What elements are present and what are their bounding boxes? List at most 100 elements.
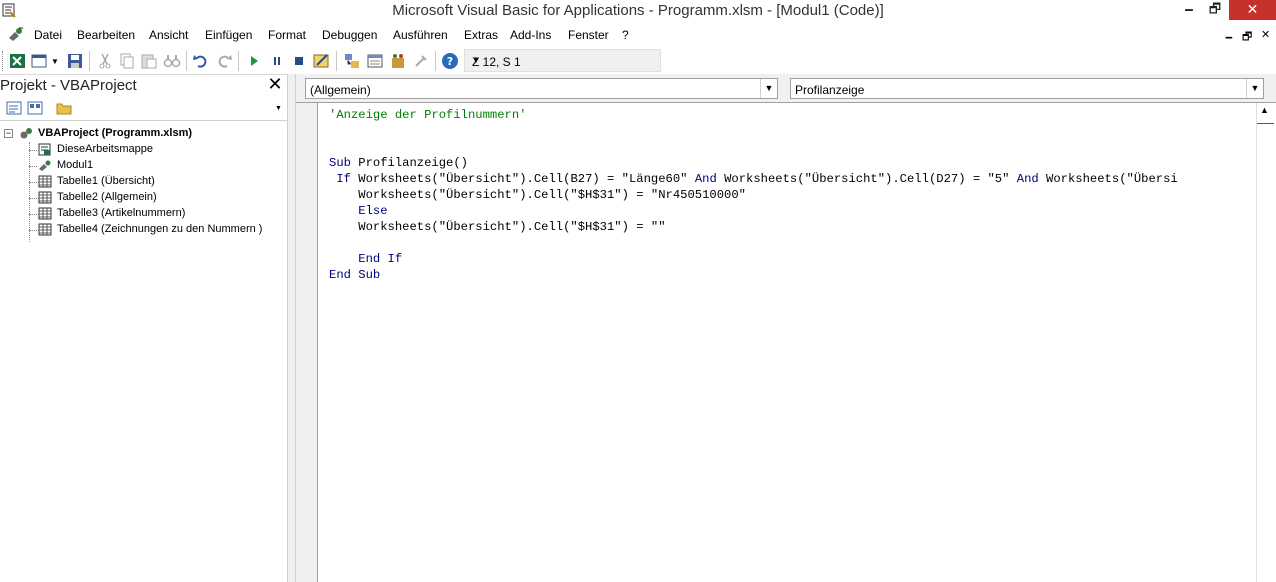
tree-item-label: Tabelle3 (Artikelnummern)	[57, 207, 186, 219]
pause-icon[interactable]	[268, 52, 286, 70]
view-code-icon[interactable]	[6, 101, 22, 115]
code-line[interactable]: End If	[329, 251, 1256, 267]
collapse-icon[interactable]: −	[4, 129, 13, 138]
code-editor[interactable]: 'Anzeige der Profilnummern' Sub Profilanz…	[296, 102, 1276, 582]
menu-help[interactable]: ?	[622, 28, 629, 42]
object-browser-icon[interactable]	[389, 52, 407, 70]
code-line[interactable]: Worksheets("Übersicht").Cell("$H$31") = …	[329, 187, 1256, 203]
toolbar-separator	[238, 51, 239, 71]
redo-icon[interactable]	[215, 52, 233, 70]
vbaproject-icon	[20, 128, 32, 139]
object-combo-dropdown-icon[interactable]: ▼	[760, 79, 777, 98]
toolbar-options-icon[interactable]: ▼	[472, 56, 658, 65]
tree-item-tabelle1[interactable]: Tabelle1 (Übersicht)	[0, 174, 287, 190]
scroll-up-icon[interactable]: ▲	[1260, 105, 1269, 115]
code-line[interactable]: Else	[329, 203, 1256, 219]
svg-text:?: ?	[447, 55, 453, 68]
find-icon[interactable]	[163, 52, 181, 70]
code-line[interactable]: If Worksheets("Übersicht").Cell(B27) = "…	[329, 171, 1256, 187]
copy-icon[interactable]	[118, 52, 136, 70]
menu-ansicht[interactable]: Ansicht	[149, 28, 188, 42]
object-combo-value: (Allgemein)	[310, 83, 371, 97]
code-line[interactable]	[329, 123, 1256, 139]
menu-bearbeiten[interactable]: Bearbeiten	[77, 28, 135, 42]
help-icon[interactable]: ?	[441, 52, 459, 70]
menu-datei[interactable]: Datei	[34, 28, 62, 42]
mdi-restore-button[interactable]: 🗗	[1242, 28, 1252, 47]
project-explorer-header: Projekt - VBAProject ✕	[0, 74, 287, 96]
run-icon[interactable]	[245, 52, 263, 70]
menu-debuggen[interactable]: Debuggen	[322, 28, 377, 42]
standard-toolbar: ▼ ? Z 12, S 1 ▼	[0, 48, 1276, 74]
module-icon	[39, 160, 51, 171]
properties-window-icon[interactable]	[366, 52, 384, 70]
object-combo[interactable]: (Allgemein) ▼	[305, 78, 778, 99]
procedure-combo[interactable]: Profilanzeige ▼	[790, 78, 1264, 99]
code-line[interactable]: 'Anzeige der Profilnummern'	[329, 107, 1256, 123]
project-explorer-icon[interactable]	[343, 52, 361, 70]
toggle-folders-icon[interactable]	[56, 101, 72, 115]
tree-item-label: Tabelle1 (Übersicht)	[56, 174, 156, 188]
insert-userform-icon[interactable]	[31, 52, 49, 70]
undo-icon[interactable]	[192, 52, 210, 70]
design-mode-icon[interactable]	[313, 52, 331, 70]
tree-item-modul1[interactable]: Modul1	[0, 158, 287, 174]
tree-item-label: DieseArbeitsmappe	[57, 143, 153, 155]
mdi-minimize-button[interactable]: 🗕	[1225, 28, 1233, 47]
view-object-icon[interactable]	[27, 101, 43, 115]
project-explorer-title: Projekt - VBAProject	[0, 77, 137, 94]
toolbar-grip[interactable]	[2, 51, 5, 71]
pane-splitter[interactable]	[287, 74, 296, 582]
reset-icon[interactable]	[290, 52, 308, 70]
excel-view-icon[interactable]	[9, 52, 27, 70]
mdi-close-button[interactable]: ✕	[1261, 28, 1270, 41]
maximize-button[interactable]: 🗗	[1202, 0, 1228, 20]
tree-item-label: Tabelle2 (Allgemein)	[57, 191, 157, 203]
close-button[interactable]: ✕	[1229, 0, 1276, 20]
procedure-combo-value: Profilanzeige	[795, 83, 865, 97]
menu-format[interactable]: Format	[268, 28, 306, 42]
menu-bar: Datei Bearbeiten Ansicht Einfügen Format…	[0, 22, 1276, 47]
scroll-thumb[interactable]	[1257, 123, 1274, 124]
menu-ausfuehren[interactable]: Ausführen	[393, 28, 448, 42]
paste-icon[interactable]	[140, 52, 158, 70]
worksheet-icon	[38, 175, 52, 188]
code-line[interactable]: End Sub	[329, 267, 1256, 283]
minimize-button[interactable]: 🗕	[1176, 0, 1202, 20]
module-menu-icon[interactable]	[7, 26, 25, 42]
tree-item-vbaproject[interactable]: − VBAProject (Programm.xlsm)	[0, 126, 287, 142]
window-title: Microsoft Visual Basic for Applications …	[392, 2, 884, 19]
code-line[interactable]	[329, 139, 1256, 155]
code-line[interactable]	[329, 235, 1256, 251]
code-text[interactable]: 'Anzeige der Profilnummern' Sub Profilanz…	[329, 107, 1256, 283]
toolbar-separator	[186, 51, 187, 71]
project-explorer-toolbar: ▼	[0, 97, 287, 121]
toolbox-icon[interactable]	[412, 52, 430, 70]
menu-add-ins[interactable]: Add-Ins	[510, 28, 551, 42]
worksheet-icon	[38, 191, 52, 204]
tree-item-label: Modul1	[57, 159, 94, 171]
worksheet-icon	[38, 223, 52, 236]
vertical-scrollbar[interactable]: ▲	[1256, 103, 1274, 582]
menu-extras[interactable]: Extras	[464, 28, 498, 42]
save-icon[interactable]	[66, 52, 84, 70]
workbook-icon	[38, 143, 51, 156]
tree-item-diesearbeitsmappe[interactable]: DieseArbeitsmappe	[0, 142, 287, 158]
project-explorer-close-button[interactable]: ✕	[264, 74, 286, 95]
worksheet-icon	[38, 207, 52, 220]
tree-item-tabelle3[interactable]: Tabelle3 (Artikelnummern)	[0, 206, 287, 222]
cut-icon[interactable]	[96, 52, 114, 70]
procedure-combo-dropdown-icon[interactable]: ▼	[1246, 79, 1263, 98]
cursor-position-box: Z 12, S 1 ▼	[464, 49, 661, 72]
tree-item-tabelle4[interactable]: Tabelle4 (Zeichnungen zu den Nummern )	[0, 222, 287, 238]
scroll-down-icon[interactable]: ▼	[275, 105, 286, 119]
code-line[interactable]: Worksheets("Übersicht").Cell("$H$31") = …	[329, 219, 1256, 235]
code-line[interactable]: Sub Profilanzeige()	[329, 155, 1256, 171]
margin-indicator-bar[interactable]	[296, 103, 318, 582]
toolbar-separator	[89, 51, 90, 71]
menu-einfuegen[interactable]: Einfügen	[205, 28, 252, 42]
menu-fenster[interactable]: Fenster	[568, 28, 609, 42]
tree-item-tabelle2[interactable]: Tabelle2 (Allgemein)	[0, 190, 287, 206]
tree-root-label: VBAProject (Programm.xlsm)	[38, 127, 193, 139]
tree-item-label: Tabelle4 (Zeichnungen zu den Nummern )	[57, 223, 263, 235]
